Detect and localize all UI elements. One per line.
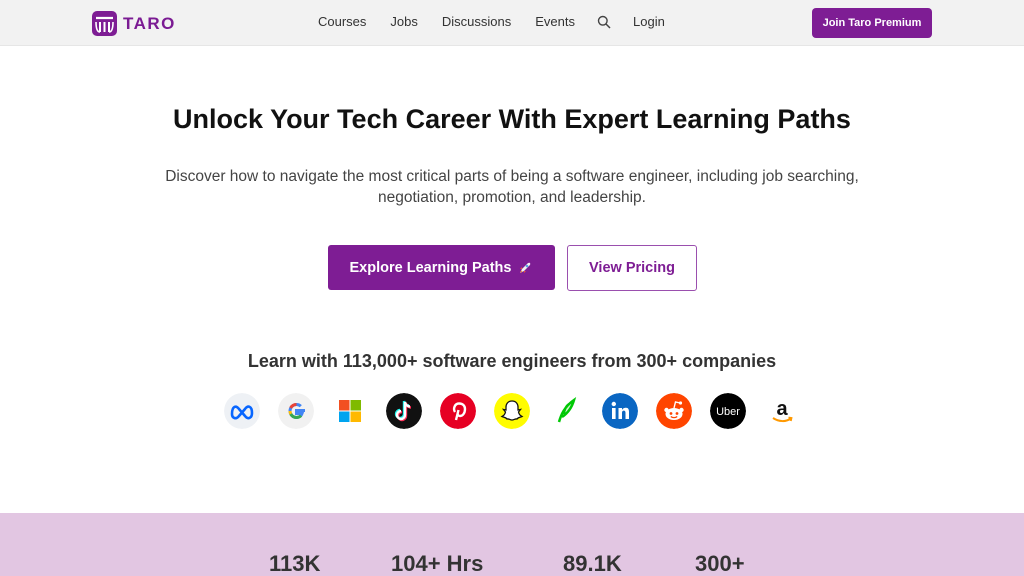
meta-logo-icon <box>224 393 260 429</box>
join-premium-button[interactable]: Join Taro Premium <box>812 8 932 38</box>
explore-button-label: Explore Learning Paths <box>349 259 512 276</box>
explore-learning-paths-button[interactable]: Explore Learning Paths <box>328 245 555 290</box>
nav-link-jobs[interactable]: Jobs <box>390 14 417 29</box>
logo-text: TARO <box>123 13 176 33</box>
nav-links: Courses Jobs Discussions Events Login <box>318 14 665 29</box>
snapchat-logo-icon <box>494 393 530 429</box>
reddit-logo-icon <box>656 393 692 429</box>
google-logo-icon <box>278 393 314 429</box>
nav-link-events[interactable]: Events <box>535 14 575 29</box>
taro-logo[interactable]: TARO <box>92 11 176 36</box>
login-link[interactable]: Login <box>633 14 665 29</box>
stat-companies: 300+ <box>695 551 745 576</box>
linkedin-logo-icon <box>602 393 638 429</box>
uber-logo-icon: Uber <box>710 393 746 429</box>
hero-title: Unlock Your Tech Career With Expert Lear… <box>173 104 851 134</box>
svg-text:Uber: Uber <box>716 406 740 418</box>
taro-logo-icon <box>92 11 117 36</box>
amazon-logo-icon: a <box>772 398 793 423</box>
social-proof-heading: Learn with 113,000+ software engineers f… <box>247 351 777 371</box>
nav-link-discussions[interactable]: Discussions <box>442 14 511 29</box>
pinterest-logo-icon <box>440 393 476 429</box>
company-logos: Uber a <box>224 393 802 429</box>
search-icon[interactable] <box>597 15 611 29</box>
view-pricing-button[interactable]: View Pricing <box>567 245 697 291</box>
nav-link-courses[interactable]: Courses <box>318 14 366 29</box>
stat-engineers: 113K <box>269 551 321 576</box>
svg-text:a: a <box>776 398 788 420</box>
hero-subtitle: Discover how to navigate the most critic… <box>165 168 859 206</box>
stat-questions: 89.1K <box>563 551 622 576</box>
top-navbar: TARO Courses Jobs Discussions Events Log… <box>0 0 1024 46</box>
microsoft-logo-icon <box>339 400 361 422</box>
robinhood-logo-icon <box>557 396 577 423</box>
stat-hours: 104+ Hrs <box>391 551 484 576</box>
stats-band: 113K 104+ Hrs 89.1K 300+ <box>0 513 1024 576</box>
rocket-icon <box>520 262 531 273</box>
tiktok-logo-icon <box>386 393 422 429</box>
